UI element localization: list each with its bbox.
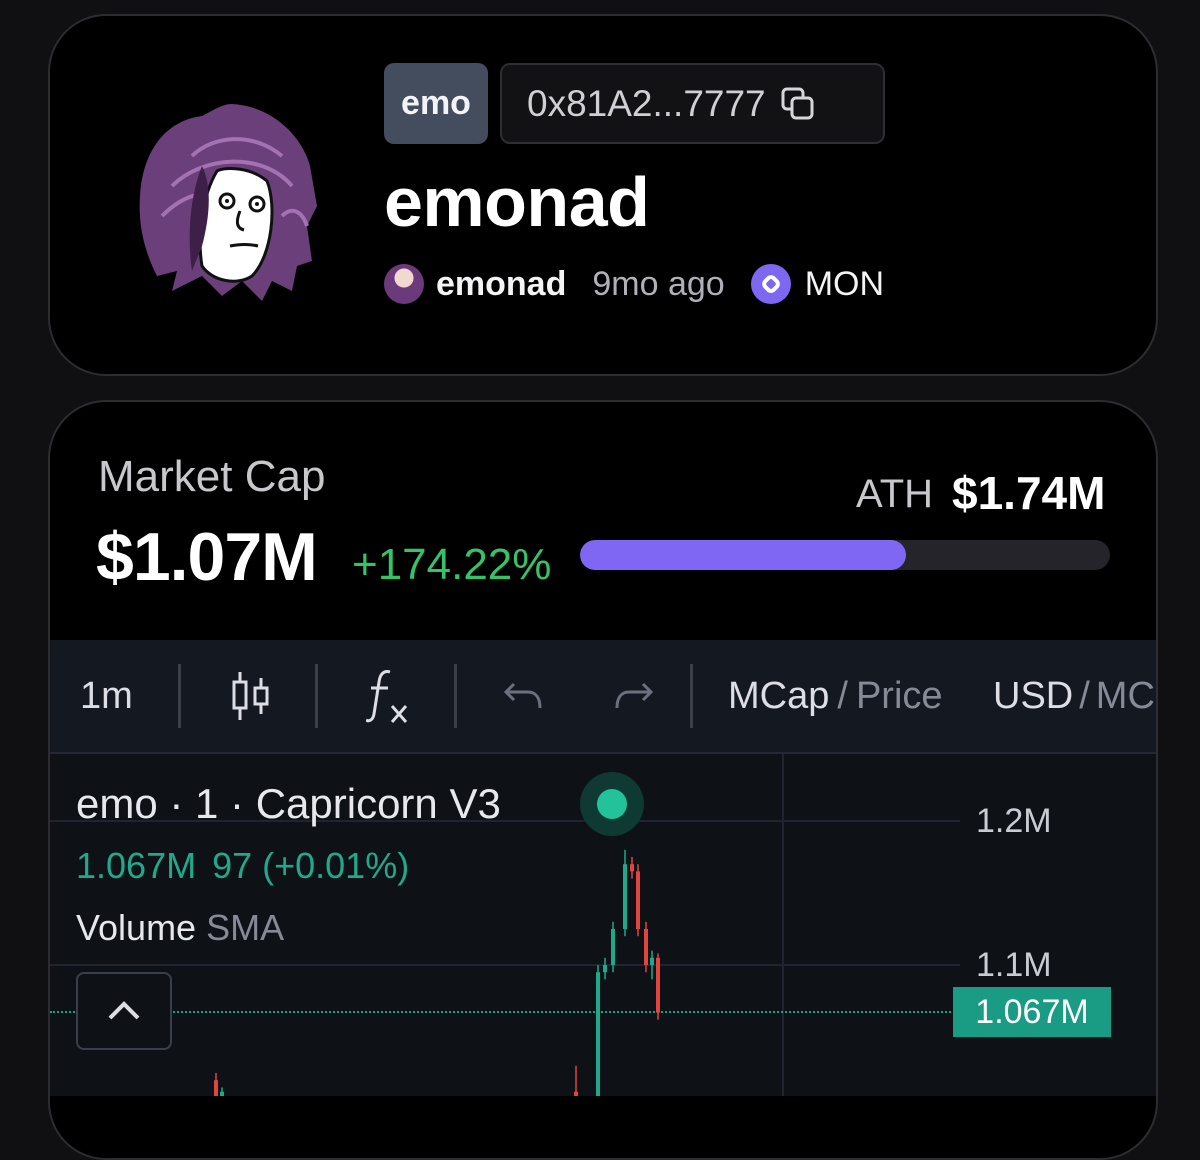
interval-button[interactable]: 1m bbox=[80, 640, 133, 752]
market-status-indicator[interactable] bbox=[580, 772, 644, 836]
candle-body bbox=[636, 871, 640, 929]
chevron-up-icon bbox=[108, 1001, 140, 1020]
ath-label: ATH bbox=[856, 472, 934, 516]
status-dot bbox=[597, 789, 627, 819]
volume-sma-label: SMA bbox=[206, 907, 285, 948]
candle-body bbox=[611, 929, 615, 965]
copy-address-button[interactable]: 0x81A2...7777 bbox=[500, 63, 885, 144]
price-chart[interactable]: 1m MCap / Price USD / MC emo · 1 · Capri… bbox=[50, 640, 1156, 1096]
token-avatar-image bbox=[139, 104, 317, 301]
collapse-legend-button[interactable] bbox=[76, 972, 172, 1050]
mon-option[interactable]: MC bbox=[1096, 675, 1155, 718]
ath-value: $1.74M bbox=[952, 467, 1106, 519]
candle-body bbox=[623, 864, 627, 929]
undo-icon bbox=[503, 682, 542, 709]
token-meta-row: emonad 9mo ago MON bbox=[384, 262, 884, 306]
redo-icon bbox=[615, 682, 654, 709]
volume-label: Volume bbox=[76, 907, 197, 948]
market-cap-label: Market Cap bbox=[98, 452, 326, 501]
candle-body bbox=[644, 929, 648, 965]
creator-avatar[interactable] bbox=[384, 264, 424, 304]
legend-mcap: 1.067M bbox=[76, 845, 197, 886]
contract-address: 0x81A2...7777 bbox=[527, 82, 766, 124]
candle-body bbox=[630, 864, 634, 872]
currency-toggle[interactable]: USD / MC bbox=[993, 640, 1155, 752]
toggle-slash: / bbox=[837, 674, 848, 717]
toggle-slash: / bbox=[1079, 674, 1090, 717]
usd-option[interactable]: USD bbox=[993, 675, 1073, 718]
candle-body bbox=[603, 965, 607, 973]
toolbar-divider bbox=[454, 664, 457, 728]
mcap-option[interactable]: MCap bbox=[728, 675, 829, 718]
redo-button[interactable] bbox=[615, 640, 655, 752]
fx-icon bbox=[366, 670, 408, 723]
chart-toolbar: 1m MCap / Price USD / MC bbox=[50, 640, 1156, 754]
candle-body bbox=[596, 972, 600, 1096]
monad-icon bbox=[750, 264, 791, 304]
candle-body bbox=[656, 957, 660, 1013]
undo-button[interactable] bbox=[502, 640, 542, 752]
chart-legend-title: emo · 1 · Capricorn V3 bbox=[76, 780, 501, 827]
candle-body bbox=[214, 1080, 218, 1096]
toolbar-divider bbox=[690, 664, 693, 728]
chain-label: MON bbox=[804, 264, 885, 303]
token-name: emonad bbox=[384, 163, 650, 241]
volume-indicator-legend[interactable]: Volume SMA bbox=[76, 907, 284, 949]
candle-body bbox=[220, 1091, 224, 1096]
market-cap-change: +174.22% bbox=[352, 540, 552, 589]
y-axis-tick: 1.1M bbox=[976, 946, 1052, 984]
ath-progress-fill bbox=[580, 540, 906, 570]
market-cap-value: $1.07M bbox=[96, 519, 318, 595]
indicators-button[interactable] bbox=[366, 640, 412, 752]
created-time: 9mo ago bbox=[592, 264, 725, 303]
toolbar-divider bbox=[315, 664, 318, 728]
candle-body bbox=[650, 957, 654, 965]
last-price-tag: 1.067M bbox=[953, 987, 1111, 1037]
ath-progress-bar bbox=[580, 540, 1110, 570]
creator-link[interactable]: emonad bbox=[436, 265, 566, 304]
ticker-badge: emo bbox=[384, 63, 488, 144]
toolbar-divider bbox=[178, 664, 181, 728]
legend-change: 97 (+0.01%) bbox=[212, 845, 410, 886]
copy-icon bbox=[781, 87, 814, 119]
y-axis-tick: 1.2M bbox=[976, 802, 1052, 840]
price-option[interactable]: Price bbox=[856, 675, 943, 718]
chart-legend-values: 1.067M 97 (+0.01%) bbox=[76, 845, 425, 887]
candlestick-icon bbox=[232, 672, 269, 720]
mcap-price-toggle[interactable]: MCap / Price bbox=[728, 640, 943, 752]
chart-type-button[interactable] bbox=[228, 640, 274, 752]
candle-body bbox=[574, 1091, 578, 1096]
